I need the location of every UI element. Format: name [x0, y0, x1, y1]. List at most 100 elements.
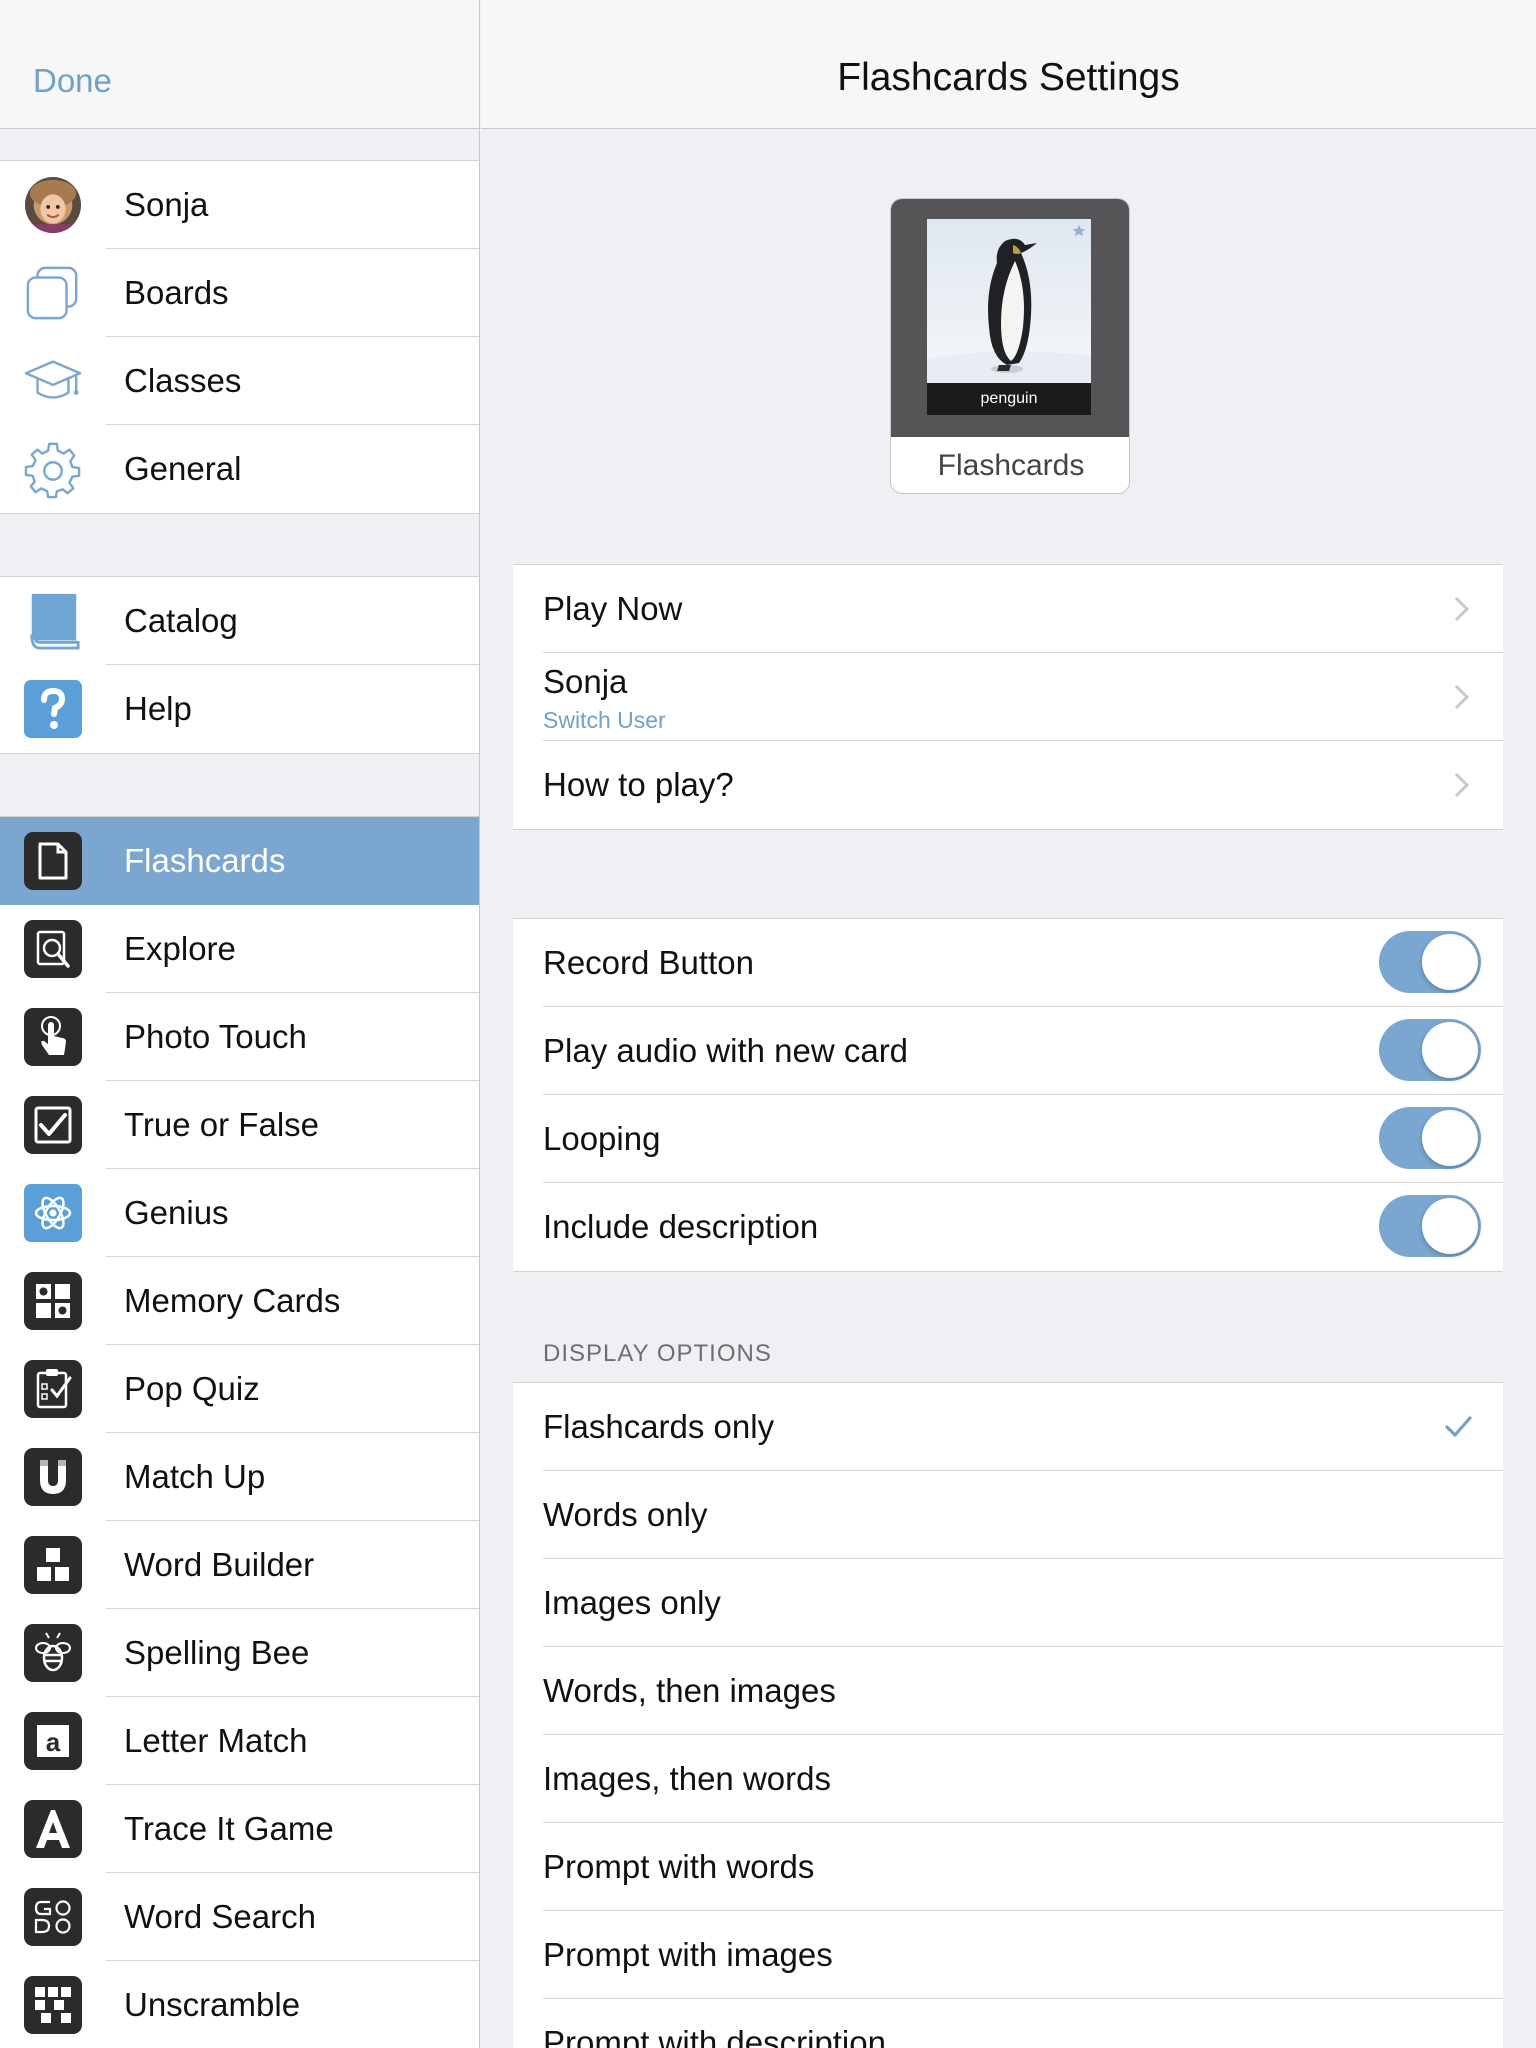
question-icon [24, 680, 82, 738]
option-prompt-with-description[interactable]: Prompt with description [513, 1999, 1503, 2048]
sidebar-item-label: Word Search [124, 1898, 316, 1935]
sidebar-item-classes[interactable]: Classes [0, 337, 479, 425]
sidebar-item-label: Boards [124, 274, 229, 311]
memory-grid-icon [24, 1272, 82, 1330]
sidebar-item-label: Trace It Game [124, 1810, 334, 1847]
sidebar-item-label: Flashcards [124, 842, 286, 879]
sidebar-item-trace-it-game[interactable]: Trace It Game [0, 1785, 479, 1873]
play-now-row[interactable]: Play Now [513, 565, 1503, 653]
bee-icon [24, 1624, 82, 1682]
how-to-play-label: How to play? [543, 766, 734, 803]
blocks-icon [24, 1536, 82, 1594]
sidebar-item-true-or-false[interactable]: True or False [0, 1081, 479, 1169]
option-label: Images only [543, 1584, 721, 1621]
sidebar-item-unscramble[interactable]: Unscramble [0, 1961, 479, 2048]
boards-icon [24, 264, 82, 322]
app-root: Done Sonja Boards Classes General Catalo… [0, 0, 1536, 2048]
record-button-row: Record Button [513, 919, 1503, 1007]
sidebar-item-label: Help [124, 690, 192, 727]
unscramble-icon [24, 1976, 82, 2034]
sidebar-item-genius[interactable]: Genius [0, 1169, 479, 1257]
option-label: Flashcards only [543, 1408, 775, 1445]
how-to-play-row[interactable]: How to play? [513, 741, 1503, 829]
sidebar-item-letter-match[interactable]: a Letter Match [0, 1697, 479, 1785]
sidebar-item-memory-cards[interactable]: Memory Cards [0, 1257, 479, 1345]
sidebar-header: Done [0, 0, 479, 129]
settings-header: Flashcards Settings [481, 0, 1536, 129]
sidebar-item-label: Classes [124, 362, 242, 399]
word-search-icon [24, 1888, 82, 1946]
clipboard-icon [24, 1360, 82, 1418]
option-prompt-with-words[interactable]: Prompt with words [513, 1823, 1503, 1911]
sidebar-item-word-search[interactable]: Word Search [0, 1873, 479, 1961]
looping-row: Looping [513, 1095, 1503, 1183]
option-label: Words only [543, 1496, 708, 1533]
sidebar-item-label: True or False [124, 1106, 320, 1143]
flashcard-icon [24, 832, 82, 890]
flashcards-game-tile[interactable]: penguin Flashcards [890, 198, 1130, 494]
sidebar-item-label: Letter Match [124, 1722, 308, 1759]
option-flashcards-only[interactable]: Flashcards only [513, 1383, 1503, 1471]
sidebar-item-label: Explore [124, 930, 236, 967]
sidebar-item-catalog[interactable]: Catalog [0, 577, 479, 665]
svg-text:a: a [46, 1727, 61, 1757]
gear-icon [24, 440, 82, 499]
toggle-knob [1422, 1110, 1478, 1166]
letter-a-tile-icon: a [24, 1712, 82, 1770]
switch-user-row[interactable]: Sonja Switch User [513, 653, 1503, 741]
chevron-right-icon [1454, 596, 1470, 622]
include-description-row: Include description [513, 1183, 1503, 1271]
option-label: Words, then images [543, 1672, 836, 1709]
toggle-knob [1422, 1022, 1478, 1078]
done-button[interactable]: Done [33, 62, 112, 100]
sidebar-item-match-up[interactable]: Match Up [0, 1433, 479, 1521]
penguin-photo: penguin [927, 219, 1091, 415]
sidebar-item-label: Spelling Bee [124, 1634, 310, 1671]
sidebar-item-flashcards[interactable]: Flashcards [0, 817, 479, 905]
checkmark-icon [1445, 1416, 1472, 1437]
option-words-then-images[interactable]: Words, then images [513, 1647, 1503, 1735]
toggle-knob [1422, 1198, 1478, 1254]
sidebar-item-label: Catalog [124, 602, 238, 639]
toggle-label: Record Button [543, 944, 754, 981]
page-title: Flashcards Settings [837, 56, 1180, 99]
graduation-cap-icon [24, 352, 82, 410]
option-images-only[interactable]: Images only [513, 1559, 1503, 1647]
sidebar-item-boards[interactable]: Boards [0, 249, 479, 337]
card-caption: penguin [927, 383, 1091, 415]
letter-a-icon [24, 1800, 82, 1858]
play-audio-row: Play audio with new card [513, 1007, 1503, 1095]
include-description-toggle[interactable] [1379, 1195, 1481, 1257]
toggle-settings-group: Record Button Play audio with new card L… [513, 918, 1503, 1272]
toggle-knob [1422, 934, 1478, 990]
sidebar-group-account: Sonja Boards Classes General [0, 160, 479, 514]
atom-icon [24, 1184, 82, 1242]
sidebar-item-photo-touch[interactable]: Photo Touch [0, 993, 479, 1081]
checkbox-icon [24, 1096, 82, 1154]
sidebar-item-label: General [124, 450, 242, 487]
option-prompt-with-images[interactable]: Prompt with images [513, 1911, 1503, 1999]
sidebar-item-help[interactable]: Help [0, 665, 479, 753]
option-words-only[interactable]: Words only [513, 1471, 1503, 1559]
sidebar-item-general[interactable]: General [0, 425, 479, 513]
sidebar-item-word-builder[interactable]: Word Builder [0, 1521, 479, 1609]
option-label: Prompt with description [543, 2024, 886, 2048]
sidebar-item-user[interactable]: Sonja [0, 161, 479, 249]
chevron-right-icon [1454, 772, 1470, 798]
toggle-label: Looping [543, 1120, 661, 1157]
sidebar-group-games: Flashcards Explore Photo Touch True or F… [0, 816, 479, 2048]
sidebar-item-label: Genius [124, 1194, 229, 1231]
sidebar-item-label: Sonja [124, 186, 209, 223]
record-button-toggle[interactable] [1379, 931, 1481, 993]
sidebar-item-explore[interactable]: Explore [0, 905, 479, 993]
tile-label: Flashcards [937, 449, 1085, 482]
sidebar-item-pop-quiz[interactable]: Pop Quiz [0, 1345, 479, 1433]
play-audio-toggle[interactable] [1379, 1019, 1481, 1081]
toggle-label: Include description [543, 1208, 819, 1245]
looping-toggle[interactable] [1379, 1107, 1481, 1169]
option-images-then-words[interactable]: Images, then words [513, 1735, 1503, 1823]
sidebar-item-spelling-bee[interactable]: Spelling Bee [0, 1609, 479, 1697]
play-options-group: Play Now Sonja Switch User How to play? [513, 564, 1503, 830]
option-label: Prompt with words [543, 1848, 815, 1885]
magnet-icon [24, 1448, 82, 1506]
